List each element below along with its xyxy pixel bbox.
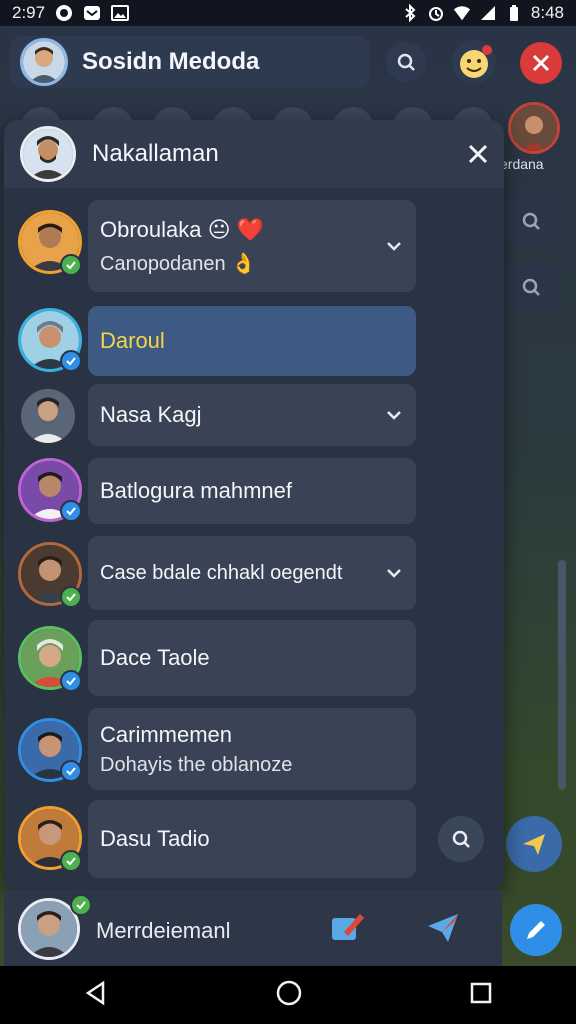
contact-subtitle: Dohayis the oblanoze bbox=[100, 753, 293, 776]
panel-avatar[interactable] bbox=[20, 126, 76, 182]
close-icon bbox=[468, 144, 488, 164]
search-icon bbox=[397, 53, 415, 71]
send-fab-background[interactable] bbox=[506, 816, 562, 872]
pencil-icon bbox=[527, 921, 545, 939]
recents-button[interactable] bbox=[469, 981, 493, 1010]
bluetooth-icon bbox=[401, 4, 419, 22]
back-icon bbox=[85, 980, 105, 1005]
contact-name: Carimmemen bbox=[100, 721, 233, 747]
recents-icon bbox=[470, 982, 492, 1003]
side-search-card[interactable] bbox=[502, 262, 560, 312]
contact-row[interactable]: Batlogura mahmnef bbox=[88, 458, 416, 524]
check-icon bbox=[66, 261, 76, 270]
bottom-bar: Merrdeiemanl bbox=[4, 890, 502, 966]
panel-close-button[interactable] bbox=[466, 142, 490, 166]
search-icon bbox=[522, 278, 540, 296]
emoji-notification-button[interactable] bbox=[452, 40, 496, 84]
check-icon bbox=[66, 677, 76, 686]
panel-search-button[interactable] bbox=[438, 816, 484, 862]
status-bar: 2:97 8:48 bbox=[0, 0, 576, 26]
contact-avatar[interactable] bbox=[18, 386, 78, 446]
battery-icon bbox=[505, 4, 523, 22]
app-title: Sosidn Medoda bbox=[82, 48, 260, 75]
image-icon bbox=[111, 4, 130, 22]
scrollbar[interactable] bbox=[558, 560, 566, 790]
verified-badge bbox=[60, 850, 82, 872]
bottom-user-name: Merrdeiemanl bbox=[96, 918, 231, 943]
contact-name: Dasu Tadio bbox=[100, 826, 210, 851]
contact-name: Nasa Kagj bbox=[100, 402, 202, 427]
share-button[interactable] bbox=[424, 908, 464, 948]
check-icon bbox=[66, 357, 76, 366]
alarm-icon bbox=[427, 4, 445, 22]
verified-badge bbox=[60, 500, 82, 522]
status-time-right: 8:48 bbox=[530, 3, 564, 22]
check-icon bbox=[66, 593, 76, 602]
search-icon bbox=[452, 830, 470, 848]
verified-badge bbox=[70, 894, 92, 916]
close-app-button[interactable] bbox=[520, 42, 562, 84]
share-icon bbox=[428, 914, 458, 942]
panel-header: Nakallaman bbox=[4, 120, 504, 188]
check-icon bbox=[76, 901, 86, 910]
notification-icon bbox=[55, 4, 73, 22]
close-icon bbox=[532, 54, 550, 72]
contact-name: Batlogura mahmnef bbox=[100, 478, 292, 503]
contact-row[interactable]: Dace Taole bbox=[88, 620, 416, 696]
chevron-down-icon[interactable] bbox=[386, 407, 402, 423]
contact-name: Daroul bbox=[100, 328, 165, 353]
verified-badge bbox=[60, 254, 82, 276]
compose-button[interactable] bbox=[328, 908, 368, 948]
contact-subtitle: Canopodanen 👌 bbox=[100, 252, 257, 275]
contact-name: Dace Taole bbox=[100, 645, 210, 670]
verified-badge bbox=[60, 586, 82, 608]
header-avatar[interactable] bbox=[20, 38, 68, 86]
contact-row-selected[interactable]: Daroul bbox=[88, 306, 416, 376]
home-icon bbox=[276, 980, 302, 1005]
mail-icon bbox=[83, 4, 101, 22]
chevron-down-icon[interactable] bbox=[386, 565, 402, 581]
side-search-card[interactable] bbox=[502, 196, 560, 246]
search-icon bbox=[522, 212, 540, 230]
story-side-label: erdana bbox=[500, 156, 544, 172]
story-avatar-side[interactable] bbox=[508, 102, 560, 154]
edit-fab[interactable] bbox=[510, 904, 562, 956]
check-icon bbox=[66, 507, 76, 516]
status-time-left: 2:97 bbox=[12, 3, 46, 22]
contact-row[interactable]: Case bdale chhakl oegendt bbox=[88, 536, 416, 610]
smiley-icon bbox=[460, 45, 492, 78]
compose-icon bbox=[332, 914, 364, 940]
app-header: Sosidn Medoda bbox=[10, 36, 370, 88]
search-button[interactable] bbox=[386, 42, 426, 82]
contact-name: Case bdale chhakl oegendt bbox=[100, 561, 343, 584]
verified-badge bbox=[60, 350, 82, 372]
check-icon bbox=[66, 767, 76, 776]
contact-row[interactable]: Carimmemen Dohayis the oblanoze bbox=[88, 708, 416, 790]
verified-badge bbox=[60, 670, 82, 692]
home-button[interactable] bbox=[275, 979, 303, 1012]
send-icon bbox=[523, 834, 545, 855]
check-icon bbox=[66, 857, 76, 866]
contact-row[interactable]: Dasu Tadio bbox=[88, 800, 416, 878]
panel-title: Nakallaman bbox=[92, 140, 219, 167]
verified-badge bbox=[60, 760, 82, 782]
back-button[interactable] bbox=[83, 980, 109, 1011]
system-navigation-bar bbox=[0, 966, 576, 1024]
contact-name: Obroulaka 😐 ❤️ bbox=[100, 216, 265, 242]
wifi-icon bbox=[453, 4, 471, 22]
chevron-down-icon[interactable] bbox=[386, 238, 402, 254]
contact-row[interactable]: Nasa Kagj bbox=[88, 384, 416, 446]
signal-icon bbox=[479, 4, 497, 22]
contact-row[interactable]: Obroulaka 😐 ❤️ Canopodanen 👌 bbox=[88, 200, 416, 292]
